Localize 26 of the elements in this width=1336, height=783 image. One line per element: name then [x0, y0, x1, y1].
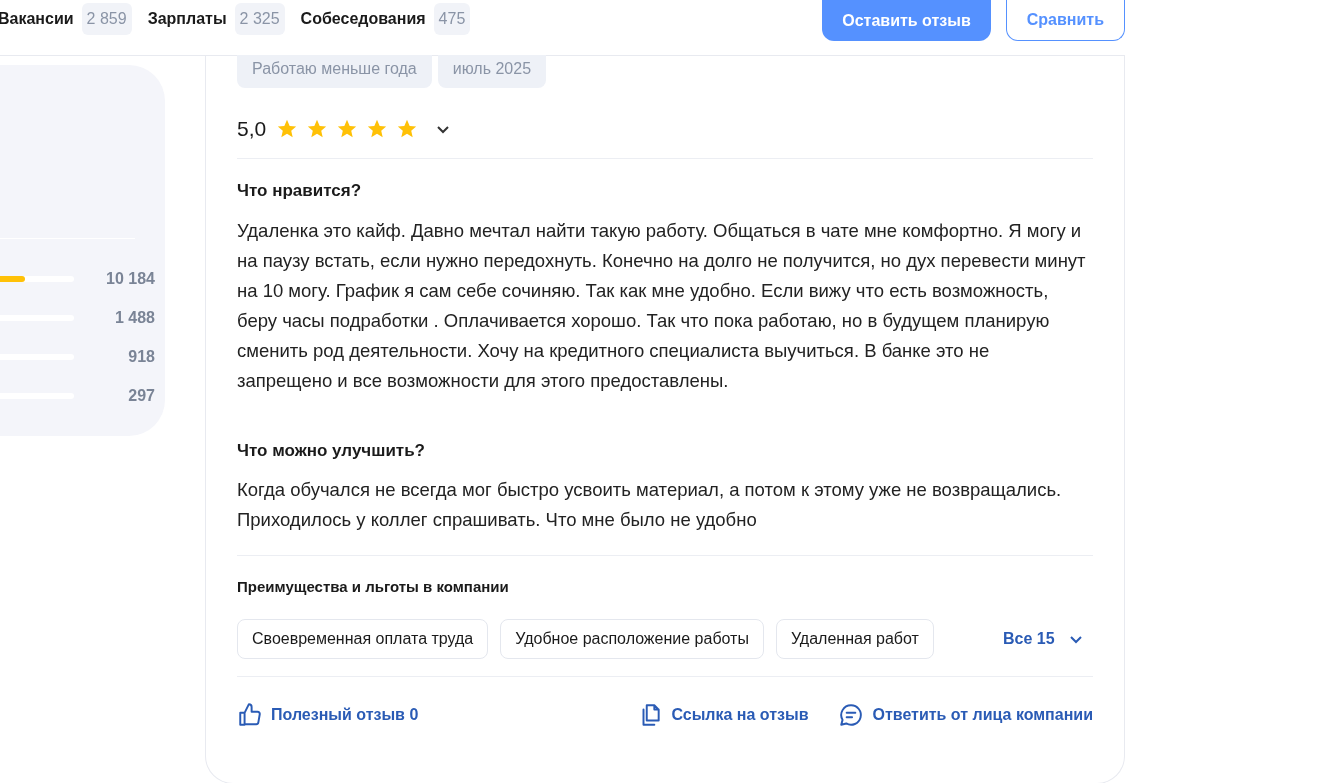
count-badge: 2 325 — [234, 3, 285, 35]
nav-tab[interactable]: Собеседования — [300, 7, 426, 31]
chat-icon — [838, 702, 865, 728]
rating-count: 297 — [128, 385, 155, 406]
review-text: Когда обучался не всегда мог быстро усвоить материал, а потом к этому уже не возвращались. Приходилось у коллег спрашивать. Что мне было не удобно — [237, 478, 1063, 532]
rating-count: 1 488 — [114, 307, 155, 328]
rating-count: 918 — [128, 346, 155, 367]
rating-value: 5,0 — [237, 115, 267, 142]
count-badge: 2 859 — [81, 3, 132, 35]
benefits-title: Преимущества и льготы в компании — [237, 577, 510, 597]
helpful-button[interactable]: Полезный отзыв 0 — [237, 702, 419, 728]
reply-button[interactable]: Ответить от лица компании — [838, 702, 1093, 728]
benefit-chip: Удобное расположение работы — [500, 618, 764, 659]
rating-count: 10 184 — [106, 268, 155, 289]
nav-tab[interactable]: Зарплаты — [147, 7, 227, 31]
section-title: Что нравится? — [237, 180, 363, 202]
show-all-button[interactable]: Все 15 — [1003, 626, 1083, 651]
count-badge: 475 — [433, 3, 471, 35]
benefit-chip: Своевременная оплата труда — [237, 618, 489, 659]
review-link-button[interactable]: Ссылка на отзыв — [637, 702, 809, 728]
section-title: Что можно улучшить? — [237, 439, 426, 462]
review-tag: июль 2025 — [437, 55, 547, 88]
review-tag: Работаю меньше года — [237, 55, 432, 88]
review-text: Удаленка это кайф. Давно мечтал найти такую работу. Общаться в чате мне комфортно. Я могу и на паузу встать, если нужно передохнуть. Конечно на долго не получится, но дух перевести минут на 10 могу. График я сам себе сочиняю. Так как мне удобно. Если вижу что есть возможность, беру часы подработки . Оплачивается хорошо. Так что пока работаю, но в будущем планирую сменить род деятельности. Хочу на кредитного специалиста выучиться. В банке это не запрещено и все возможности для этого предоставлены. — [237, 218, 1087, 393]
thumbs-up-icon — [237, 702, 263, 728]
benefit-chip: Удаленная работ — [775, 618, 934, 659]
